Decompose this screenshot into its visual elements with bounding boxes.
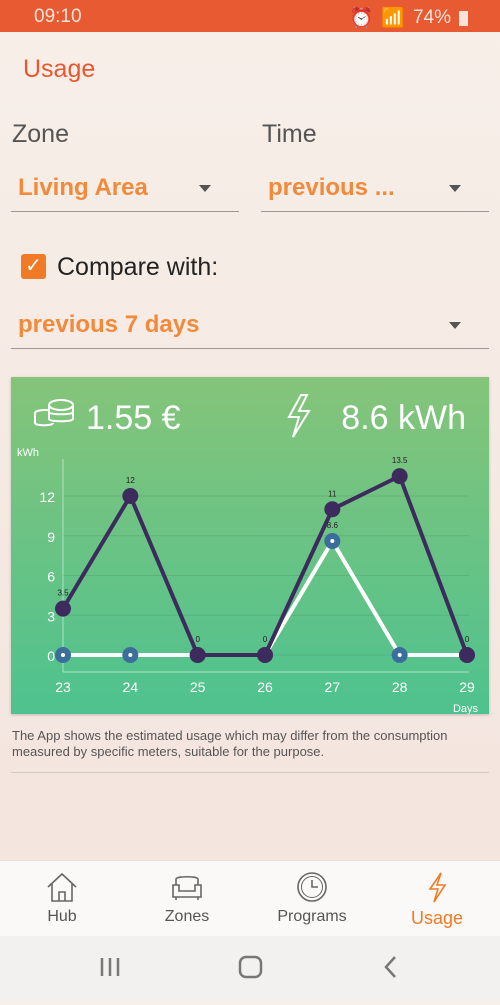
- x-tick-label: 29: [459, 679, 475, 695]
- data-label: 3.5: [57, 589, 69, 598]
- usage-chart-card: 1.55 € 8.6 kWh kWh Days 0 3 6 9 12 23 24 25 26 27…: [11, 377, 489, 715]
- zone-select[interactable]: Living Area: [11, 166, 239, 212]
- data-label: 0: [465, 635, 470, 644]
- chevron-down-icon: [449, 185, 461, 192]
- zone-value: Living Area: [18, 174, 148, 201]
- data-label: 0: [195, 635, 200, 644]
- nav-programs[interactable]: Programs: [262, 861, 362, 937]
- recent-apps-icon[interactable]: [100, 958, 120, 976]
- battery-level: 74%: [412, 7, 451, 28]
- nav-usage[interactable]: Usage: [387, 861, 487, 937]
- lightning-icon: [428, 872, 447, 903]
- y-axis-label: kWh: [17, 447, 39, 459]
- data-label: 12: [126, 476, 135, 485]
- chevron-down-icon: [199, 185, 211, 192]
- wifi-icon: 📶: [381, 8, 405, 29]
- x-tick-label: 25: [190, 679, 206, 695]
- nav-label: Programs: [277, 908, 347, 925]
- nav-label: Zones: [164, 908, 210, 925]
- x-tick-label: 27: [325, 679, 341, 695]
- data-point-current: [391, 468, 408, 485]
- page-title: Usage: [23, 55, 96, 83]
- nav-label: Usage: [410, 908, 464, 928]
- chevron-down-icon: [449, 322, 461, 329]
- series-line-current: [61, 473, 469, 657]
- y-tick-label: 3: [47, 608, 55, 624]
- lightning-icon: [287, 394, 311, 438]
- home-button-icon[interactable]: [238, 955, 263, 979]
- time-value: previous ...: [268, 174, 395, 201]
- zone-label: Zone: [12, 120, 69, 148]
- data-point-current: [122, 488, 139, 504]
- data-point-center: [330, 539, 335, 544]
- y-tick-label: 12: [39, 489, 55, 505]
- data-label: 13.5: [392, 456, 408, 465]
- compare-label: Compare with:: [57, 253, 219, 281]
- sofa-icon: [172, 875, 202, 900]
- energy-value: 8.6 kWh: [341, 399, 466, 437]
- alarm-icon: ⏰: [349, 8, 374, 29]
- data-point-current: [257, 647, 273, 663]
- data-point-current: [324, 501, 341, 518]
- battery-icon: [459, 10, 468, 26]
- data-point-current: [189, 647, 206, 663]
- compare-value: previous 7 days: [18, 311, 200, 338]
- cost-value: 1.55 €: [86, 399, 181, 437]
- x-tick-label: 24: [123, 679, 139, 695]
- y-tick-label: 9: [47, 529, 55, 545]
- data-label: 0: [263, 635, 268, 644]
- status-bar: 09:10 ⏰ 📶 74%: [0, 0, 500, 32]
- y-tick-label: 0: [47, 648, 55, 664]
- back-icon[interactable]: [384, 956, 396, 978]
- data-label: 11: [328, 489, 337, 498]
- clock: 09:10: [34, 6, 82, 27]
- compare-checkbox[interactable]: ✓: [21, 254, 46, 279]
- bottom-nav: Hub Zones Programs Usage: [0, 860, 500, 936]
- disclaimer-text: The App shows the estimated usage which …: [12, 728, 448, 759]
- compare-select[interactable]: previous 7 days: [11, 303, 489, 349]
- x-axis-label: Days: [453, 703, 479, 714]
- nav-label: Hub: [47, 908, 77, 925]
- time-label: Time: [262, 120, 317, 148]
- x-tick-label: 28: [392, 679, 408, 695]
- data-point-center: [397, 653, 402, 657]
- data-point-current: [459, 647, 475, 663]
- y-tick-label: 6: [47, 569, 55, 585]
- nav-zones[interactable]: Zones: [137, 861, 237, 937]
- data-label: 8.6: [327, 521, 339, 530]
- home-icon: [47, 872, 77, 902]
- clock-icon: [297, 872, 327, 902]
- data-point-center: [61, 653, 65, 657]
- coins-icon: [34, 399, 74, 427]
- usage-chart: 1.55 € 8.6 kWh kWh Days 0 3 6 9 12 23 24 25 26 27…: [17, 394, 479, 715]
- x-tick-label: 23: [55, 679, 71, 695]
- data-point-current: [55, 600, 71, 617]
- nav-hub[interactable]: Hub: [12, 861, 112, 937]
- x-tick-label: 26: [257, 679, 273, 695]
- data-point-center: [128, 653, 133, 657]
- time-select[interactable]: previous ...: [261, 166, 489, 212]
- divider: [11, 772, 489, 773]
- system-nav-bar: [0, 936, 500, 1000]
